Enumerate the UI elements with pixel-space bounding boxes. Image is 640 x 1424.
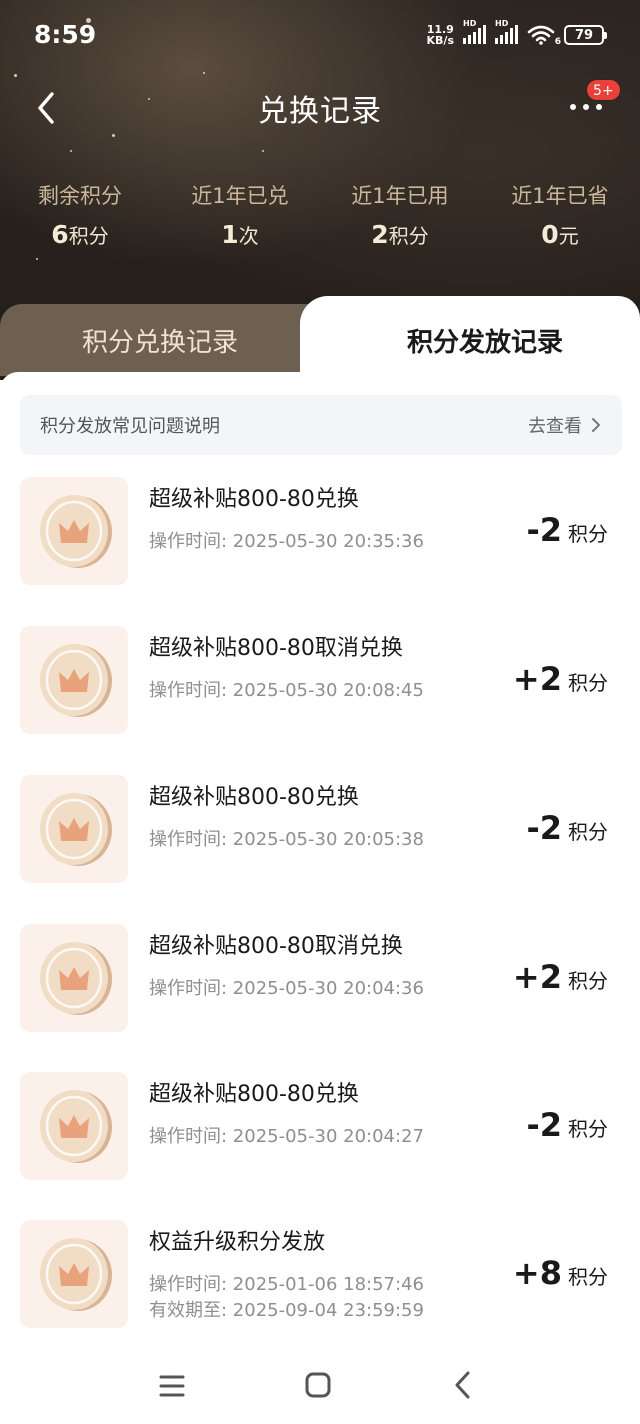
crown-coin-icon xyxy=(40,1238,112,1311)
tab-issue-records-label[interactable]: 积分发放记录 xyxy=(330,322,640,359)
record-time: 操作时间: 2025-05-30 20:08:45 xyxy=(149,680,424,701)
tab-exchange-records-label[interactable]: 积分兑换记录 xyxy=(0,322,320,359)
record-time: 操作时间: 2025-01-06 18:57:46 xyxy=(149,1274,424,1295)
page-title: 兑换记录 xyxy=(258,94,382,129)
faq-banner[interactable]: 积分发放常见问题说明 去查看 xyxy=(20,395,622,455)
record-title: 超级补贴800-80兑换 xyxy=(149,785,359,810)
menu-button[interactable] xyxy=(152,1368,192,1404)
stat-redeemed-count: 近1年已兑 1次 xyxy=(191,184,289,249)
record-item[interactable]: 超级补贴800-80兑换操作时间: 2025-05-30 20:04:27 -2 积… xyxy=(0,1072,640,1182)
coin-thumbnail xyxy=(20,1220,128,1328)
record-item[interactable]: 超级补贴800-80取消兑换操作时间: 2025-05-30 20:04:36 +… xyxy=(0,924,640,1034)
coin-thumbnail xyxy=(20,924,128,1032)
faq-view-link[interactable]: 去查看 xyxy=(528,412,602,438)
signal-icon-2: HD xyxy=(495,19,518,44)
record-points-change: -2 积分 xyxy=(526,1106,608,1144)
clock: 8:59 xyxy=(34,20,97,49)
record-item[interactable]: 超级补贴800-80兑换操作时间: 2025-05-30 20:05:38 -2 积… xyxy=(0,775,640,885)
system-navigation-bar xyxy=(0,1348,640,1424)
more-horizontal-icon xyxy=(570,104,576,110)
stat-saved-amount: 近1年已省 0元 xyxy=(511,184,609,249)
record-title: 超级补贴800-80取消兑换 xyxy=(149,636,403,661)
record-time: 操作时间: 2025-05-30 20:04:36 xyxy=(149,978,424,999)
coin-thumbnail xyxy=(20,775,128,883)
record-item[interactable]: 权益升级积分发放操作时间: 2025-01-06 18:57:46 有效期至: 2… xyxy=(0,1220,640,1330)
crown-coin-icon xyxy=(40,495,112,568)
home-square-icon xyxy=(305,1372,331,1398)
record-title: 超级补贴800-80取消兑换 xyxy=(149,934,403,959)
battery-icon: 79 xyxy=(564,25,607,45)
coin-thumbnail xyxy=(20,626,128,734)
chevron-right-icon xyxy=(592,418,600,432)
back-triangle-icon xyxy=(455,1371,470,1399)
crown-coin-icon xyxy=(40,793,112,866)
record-points-change: +8 积分 xyxy=(512,1254,608,1292)
stat-used-points: 近1年已用 2积分 xyxy=(351,184,449,249)
record-time: 操作时间: 2025-05-30 20:04:27 xyxy=(149,1126,424,1147)
home-button[interactable] xyxy=(298,1368,338,1404)
record-title: 权益升级积分发放 xyxy=(149,1230,326,1255)
record-points-change: +2 积分 xyxy=(512,660,608,698)
record-time: 操作时间: 2025-05-30 20:05:38 xyxy=(149,829,424,850)
record-title: 超级补贴800-80兑换 xyxy=(149,1082,359,1107)
faq-title: 积分发放常见问题说明 xyxy=(40,416,220,437)
menu-icon xyxy=(159,1375,185,1397)
record-points-change: +2 积分 xyxy=(512,958,608,996)
points-summary: 剩余积分 6积分 近1年已兑 1次 近1年已用 2积分 近1年已省 0元 xyxy=(0,180,640,260)
record-item[interactable]: 超级补贴800-80兑换操作时间: 2025-05-30 20:35:36 -2 积… xyxy=(0,477,640,587)
crown-coin-icon xyxy=(40,1090,112,1163)
record-points-change: -2 积分 xyxy=(526,809,608,847)
coin-thumbnail xyxy=(20,1072,128,1180)
signal-icon: HD xyxy=(463,19,486,44)
network-speed: 11.9 KB/s xyxy=(426,23,454,47)
system-back-button[interactable] xyxy=(444,1368,484,1404)
record-expiry: 有效期至: 2025-09-04 23:59:59 xyxy=(149,1300,424,1321)
notification-badge: 5+ xyxy=(586,79,621,101)
coin-thumbnail xyxy=(20,477,128,585)
record-time: 操作时间: 2025-05-30 20:35:36 xyxy=(149,531,424,552)
record-item[interactable]: 超级补贴800-80取消兑换操作时间: 2025-05-30 20:08:45 +… xyxy=(0,626,640,736)
record-points-change: -2 积分 xyxy=(526,511,608,549)
record-title: 超级补贴800-80兑换 xyxy=(149,487,359,512)
crown-coin-icon xyxy=(40,942,112,1015)
status-bar: 8:59 11.9 KB/s HD HD 6 79 xyxy=(0,0,640,72)
stat-remaining-points: 剩余积分 6积分 xyxy=(38,184,122,249)
wifi-icon: 6 xyxy=(527,25,561,47)
crown-coin-icon xyxy=(40,644,112,717)
